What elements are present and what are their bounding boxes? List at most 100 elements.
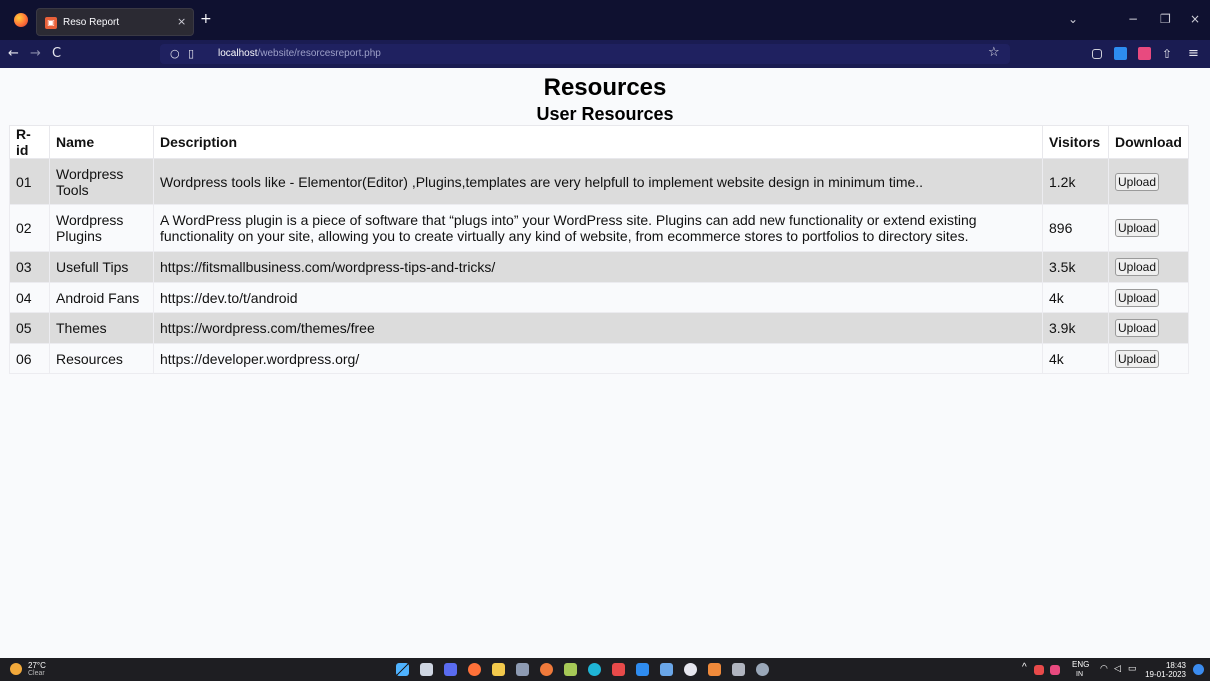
file-explorer-icon[interactable] [492, 663, 505, 676]
clock-date: 19-01-2023 [1145, 670, 1186, 679]
battery-icon[interactable]: ▭ [1128, 664, 1137, 673]
minimize-button[interactable]: − [1128, 12, 1138, 26]
database-icon[interactable] [732, 663, 745, 676]
cell-visitors: 4k [1042, 282, 1109, 313]
cell-rid: 03 [9, 251, 50, 283]
reload-button[interactable]: C [52, 45, 61, 63]
region-indicator[interactable]: IN [1076, 670, 1083, 679]
app-icon[interactable] [684, 663, 697, 676]
page-icon[interactable]: ▯ [188, 47, 194, 61]
upload-button[interactable]: Upload [1115, 319, 1160, 337]
edge-icon[interactable] [588, 663, 601, 676]
cell-download: Upload [1108, 312, 1189, 344]
resources-table: R-id Name Description Visitors Download … [9, 125, 1189, 374]
windows-start-icon[interactable] [396, 663, 409, 676]
cell-description: https://wordpress.com/themes/free [153, 312, 1043, 344]
chat-icon[interactable] [444, 663, 457, 676]
cell-visitors: 896 [1042, 204, 1109, 252]
firefox-icon[interactable] [14, 13, 28, 27]
cell-download: Upload [1108, 158, 1189, 205]
tray-chevron-icon[interactable]: ^ [1022, 663, 1027, 673]
cell-download: Upload [1108, 343, 1189, 374]
cell-rid: 02 [9, 204, 50, 252]
tab-close-icon[interactable]: × [177, 15, 186, 28]
cell-visitors: 3.9k [1042, 312, 1109, 344]
language-indicator[interactable]: ENG [1072, 660, 1089, 669]
taskview-icon[interactable] [420, 663, 433, 676]
upload-button[interactable]: Upload [1115, 219, 1160, 237]
table-row: 04 Android Fans https://dev.to/t/android… [9, 282, 1189, 313]
header-download: Download [1108, 125, 1189, 159]
tab-reso-report[interactable]: ▣ Reso Report × [36, 8, 194, 36]
tab-favicon-icon: ▣ [45, 17, 57, 29]
vscode-icon[interactable] [636, 663, 649, 676]
cell-name: Usefull Tips [49, 251, 154, 283]
url-bar[interactable]: ○ ▯ localhost/website/resorcesreport.php… [160, 44, 1010, 64]
app-icon[interactable] [660, 663, 673, 676]
pocket-icon[interactable] [1092, 49, 1102, 59]
cell-name: Android Fans [49, 282, 154, 313]
upload-button[interactable]: Upload [1115, 172, 1160, 191]
close-window-button[interactable]: × [1190, 12, 1200, 26]
app-icon[interactable] [564, 663, 577, 676]
table-row: 03 Usefull Tips https://fitsmallbusiness… [9, 251, 1189, 283]
list-tabs-icon[interactable]: ⌄ [1068, 12, 1078, 26]
system-clock[interactable]: 18:43 19-01-2023 [1145, 661, 1186, 679]
cell-name: Themes [49, 312, 154, 344]
new-tab-button[interactable]: + [200, 12, 212, 26]
page-subtitle: User Resources [536, 104, 674, 124]
shield-icon[interactable]: ○ [170, 47, 180, 61]
tray-app-icon[interactable] [1034, 665, 1044, 675]
firefox-taskbar-icon[interactable] [468, 663, 481, 676]
app-icon[interactable] [516, 663, 529, 676]
cell-description: Wordpress tools like - Elementor(Editor)… [153, 158, 1043, 205]
share-icon[interactable]: ⇧ [1162, 45, 1172, 63]
forward-button[interactable]: → [30, 45, 41, 63]
cell-rid: 06 [9, 343, 50, 374]
cell-rid: 04 [9, 282, 50, 313]
menu-icon[interactable]: ≡ [1188, 45, 1199, 63]
weather-temperature[interactable]: 27°C [28, 661, 46, 670]
notification-icon[interactable] [1193, 664, 1204, 675]
upload-button[interactable]: Upload [1115, 258, 1160, 276]
cell-download: Upload [1108, 282, 1189, 313]
wifi-icon[interactable]: ◠ [1100, 664, 1108, 673]
cell-rid: 05 [9, 312, 50, 344]
browser-tab-strip: ▣ Reso Report × + ⌄ − ❐ × [0, 0, 1210, 40]
table-row: 05 Themes https://wordpress.com/themes/f… [9, 312, 1189, 344]
extension-icon[interactable] [1138, 47, 1151, 60]
upload-button[interactable]: Upload [1115, 349, 1160, 368]
cell-visitors: 3.5k [1042, 251, 1109, 283]
extension-icon[interactable] [1114, 47, 1127, 60]
header-description: Description [153, 125, 1043, 159]
taskbar: 27°C Clear ^ ENG IN ◠ ◁ ▭ 18:43 19-01-20… [0, 658, 1210, 681]
tray-app-icon[interactable] [1050, 665, 1060, 675]
tab-title: Reso Report [63, 17, 120, 28]
table-header-row: R-id Name Description Visitors Download [9, 125, 1189, 159]
clock-time: 18:43 [1165, 661, 1186, 670]
back-button[interactable]: ← [8, 45, 19, 63]
volume-icon[interactable]: ◁ [1114, 664, 1121, 673]
cell-description: A WordPress plugin is a piece of softwar… [153, 204, 1043, 252]
header-name: Name [49, 125, 154, 159]
url-text[interactable]: localhost/website/resorcesreport.php [218, 48, 381, 59]
weather-description[interactable]: Clear [28, 670, 45, 678]
weather-moon-icon[interactable] [10, 663, 22, 675]
cell-download: Upload [1108, 251, 1189, 283]
cell-name: Resources [49, 343, 154, 374]
app-icon[interactable] [612, 663, 625, 676]
maximize-button[interactable]: ❐ [1160, 12, 1171, 26]
cell-visitors: 4k [1042, 343, 1109, 374]
table-row: 02 Wordpress Plugins A WordPress plugin … [9, 204, 1189, 252]
cell-download: Upload [1108, 204, 1189, 252]
cell-visitors: 1.2k [1042, 158, 1109, 205]
app-icon[interactable] [540, 663, 553, 676]
bookmark-star-icon[interactable]: ☆ [988, 46, 1000, 60]
table-row: 06 Resources https://developer.wordpress… [9, 343, 1189, 374]
settings-icon[interactable] [756, 663, 769, 676]
cell-description: https://dev.to/t/android [153, 282, 1043, 313]
header-visitors: Visitors [1042, 125, 1109, 159]
header-rid: R-id [9, 125, 50, 159]
xampp-icon[interactable] [708, 663, 721, 676]
upload-button[interactable]: Upload [1115, 288, 1160, 307]
